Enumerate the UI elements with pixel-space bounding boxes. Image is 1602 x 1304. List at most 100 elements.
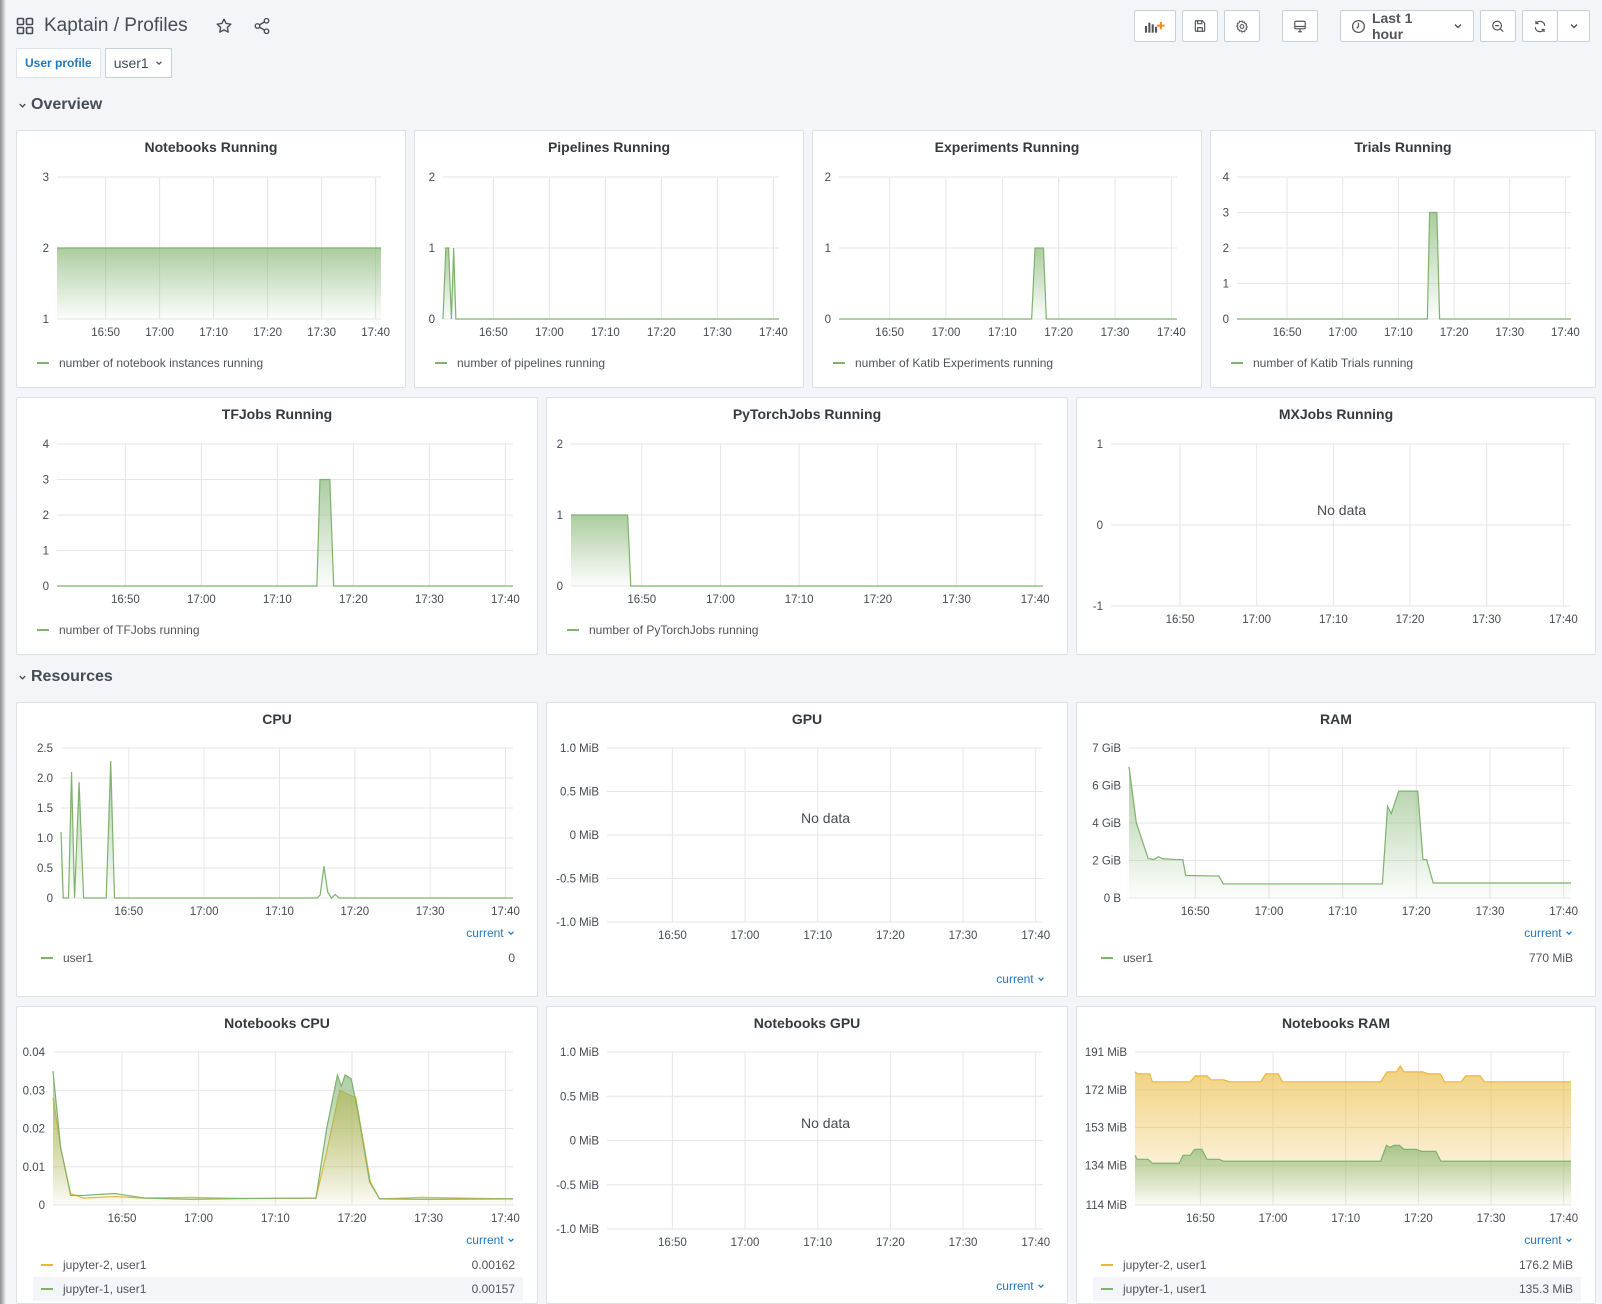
x-tick-label: 17:30 [307,327,336,339]
y-tick-label: 3 [43,475,49,487]
legend-item[interactable]: number of TFJobs running [33,618,521,642]
legend-swatch [1101,1264,1113,1266]
y-tick-label: -0.5 MiB [556,874,599,886]
panel-mxjobs[interactable]: MXJobs Running -1 0 1 16:50 17:00 17:10 17:20 17… [1076,397,1596,655]
dashboard-settings-button[interactable] [1224,10,1260,42]
legend-item[interactable]: number of Katib Experiments running [829,351,1185,375]
x-tick-label: 16:50 [658,930,687,942]
x-tick-label: 16:50 [627,594,656,606]
x-tick-label: 16:50 [111,594,140,606]
x-tick-label: 17:30 [1101,327,1130,339]
refresh-button[interactable] [1522,10,1558,42]
add-panel-button[interactable] [1134,10,1176,42]
legend-item[interactable]: number of Katib Trials running [1227,351,1579,375]
x-tick-label: 17:30 [1477,1213,1506,1225]
panel-pytorch[interactable]: PyTorchJobs Running 0 1 2 16:50 17:00 17:10 17:… [546,397,1068,655]
legend-label: number of PyTorchJobs running [589,623,759,637]
legend-sort-current[interactable]: current [996,972,1045,986]
y-tick-label: 7 GiB [1092,743,1121,755]
panel-gpu[interactable]: GPU -1.0 MiB -0.5 MiB 0 MiB 0.5 MiB 1.0 MiB 16… [546,702,1068,997]
legend-item[interactable]: jupyter-1, user1 0.00157 [33,1277,523,1301]
legend-sort-current[interactable]: current [466,926,515,940]
tv-mode-button[interactable] [1282,10,1318,42]
legend-sort-current[interactable]: current [996,1279,1045,1293]
y-tick-label: -0.5 MiB [556,1180,599,1192]
panel-cpu[interactable]: CPU 0 0.5 1.0 1.5 2.0 2.5 16:50 17:00 17:10 17:20 1… [16,702,538,997]
legend-swatch [1101,1288,1113,1290]
panel-nb-ram[interactable]: Notebooks RAM 114 MiB 134 MiB 153 MiB 172 Mi… [1076,1006,1596,1304]
user-profile-select[interactable]: user1 [104,48,172,78]
x-tick-label: 17:10 [1384,327,1413,339]
share-icon[interactable] [252,16,272,36]
row-resources[interactable]: Resources [18,668,113,686]
y-tick-label: 2 [43,243,49,255]
x-tick-label: 17:30 [949,930,978,942]
legend-item[interactable]: number of PyTorchJobs running [563,618,1051,642]
panel-tfjobs[interactable]: TFJobs Running 0 1 2 3 4 16:50 17:00 17:10 17:20 1… [16,397,538,655]
legend-item[interactable]: number of notebook instances running [33,351,389,375]
legend-item[interactable]: jupyter-2, user1 176.2 MiB [1093,1253,1581,1277]
chevron-down-icon [504,1233,515,1247]
legend-current-label: current [1524,926,1562,940]
legend-sort-current[interactable]: current [1524,926,1573,940]
page-title[interactable]: Kaptain / Profiles [44,15,188,37]
row-overview[interactable]: Overview [18,96,102,114]
legend-sort-current[interactable]: current [466,1233,515,1247]
panel-pipelines[interactable]: Pipelines Running 0 1 2 16:50 17:00 17:10 17:20… [414,130,804,388]
panel-notebooks[interactable]: Notebooks Running 1 2 3 16:50 17:00 17:10 17:20… [16,130,406,388]
x-tick-label: 17:00 [1259,1213,1288,1225]
y-tick-label: 1 [43,314,49,326]
y-tick-label: 114 MiB [1086,1200,1128,1212]
legend-item[interactable]: user1 770 MiB [1093,946,1581,970]
legend-swatch [833,362,845,364]
x-tick-label: 17:00 [1255,906,1284,918]
x-tick-label: 17:10 [591,327,620,339]
legend-current-label: current [466,1233,504,1247]
legend-label: jupyter-1, user1 [63,1282,147,1296]
x-tick-label: 17:20 [1396,614,1425,626]
y-tick-label: 2 GiB [1092,856,1121,868]
chevron-down-icon [19,675,26,680]
x-tick-label: 17:10 [803,1237,832,1249]
x-tick-label: 17:00 [731,1237,760,1249]
time-range-picker[interactable]: Last 1 hour [1340,10,1474,42]
x-tick-label: 17:40 [1549,906,1578,918]
legend-sort-current[interactable]: current [1524,1233,1573,1247]
y-tick-label: 2 [43,510,49,522]
legend-item[interactable]: user1 0 [33,946,523,970]
x-tick-label: 17:30 [1472,614,1501,626]
y-tick-label: 0 [39,1200,45,1212]
panel-trials[interactable]: Trials Running 0 1 2 3 4 16:50 17:00 17:10 17:20 1… [1210,130,1596,388]
x-tick-label: 17:20 [340,906,369,918]
y-tick-label: -1 [1093,601,1103,613]
x-tick-label: 17:00 [1242,614,1271,626]
chevron-down-icon [1570,24,1577,29]
save-icon [1194,20,1206,32]
y-tick-label: 1.0 MiB [560,1047,599,1059]
save-dashboard-button[interactable] [1182,10,1218,42]
legend-item[interactable]: jupyter-2, user1 0.00162 [33,1253,523,1277]
x-tick-label: 17:40 [491,594,520,606]
panel-ram[interactable]: RAM 0 B2 GiB 4 GiB 6 GiB 7 GiB 16:50 17:00 17:1… [1076,702,1596,997]
x-tick-label: 17:20 [1440,327,1469,339]
refresh-interval-dropdown[interactable] [1558,10,1590,42]
y-tick-label: 2 [557,439,563,451]
y-tick-label: 2.0 [37,773,53,785]
gear-icon [1236,19,1248,33]
panel-nb-cpu[interactable]: Notebooks CPU 0 0.01 0.02 0.03 0.04 16:50 17:00… [16,1006,538,1304]
legend-swatch [435,362,447,364]
legend-item[interactable]: number of pipelines running [431,351,787,375]
grid-icon[interactable] [16,17,34,35]
panel-nb-gpu[interactable]: Notebooks GPU -1.0 MiB -0.5 MiB 0 MiB 0.5 Mi… [546,1006,1068,1304]
star-icon[interactable] [214,16,234,36]
window-edge-shadow [0,0,6,1304]
y-tick-label: 2 [429,172,435,184]
chart-plot: -1.0 MiB -0.5 MiB 0 MiB 0.5 MiB 1.0 MiB 16:50… [556,1047,1050,1249]
legend-label: jupyter-2, user1 [1123,1258,1207,1272]
x-tick-label: 17:40 [361,327,390,339]
legend-item[interactable]: jupyter-1, user1 135.3 MiB [1093,1277,1581,1301]
panel-experiments[interactable]: Experiments Running 0 1 2 16:50 17:00 17:10 17:… [812,130,1202,388]
x-tick-label: 17:20 [339,594,368,606]
x-tick-label: 17:20 [1402,906,1431,918]
zoom-out-button[interactable] [1480,10,1516,42]
